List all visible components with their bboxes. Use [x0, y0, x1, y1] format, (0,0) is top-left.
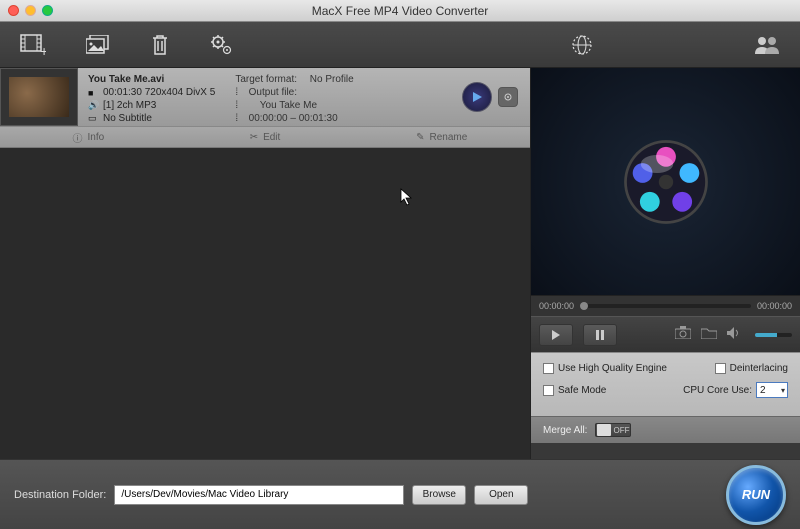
add-video-button[interactable]: +: [20, 34, 46, 56]
item-settings-button[interactable]: [498, 87, 518, 107]
time-start: 00:00:00: [539, 301, 574, 311]
camera-icon: [675, 326, 691, 339]
svg-text:+: +: [40, 43, 46, 56]
delete-button[interactable]: [150, 34, 170, 56]
volume-slider[interactable]: [755, 333, 793, 337]
titlebar: MacX Free MP4 Video Converter: [0, 0, 800, 22]
cpu-core-label: CPU Core Use:: [683, 385, 752, 396]
file-row[interactable]: You Take Me.avi ■ 00:01:30 720x404 DivX 5…: [0, 68, 530, 126]
browse-button[interactable]: Browse: [412, 485, 466, 505]
film-reel-icon: [621, 137, 711, 227]
playback-controls: [531, 316, 800, 352]
add-image-button[interactable]: [86, 35, 110, 55]
gears-icon: [210, 34, 234, 56]
preview-panel: 00:00:00 00:00:00 Use High Quality Engin…: [530, 68, 800, 459]
film-plus-icon: +: [20, 34, 46, 56]
trash-icon: [150, 34, 170, 56]
images-icon: [86, 35, 110, 55]
thumbnail: [0, 68, 78, 126]
output-file-label: Output file:: [249, 87, 297, 98]
settings-button[interactable]: [210, 34, 234, 56]
destination-input[interactable]: [114, 485, 404, 505]
people-button[interactable]: [754, 35, 780, 55]
file-name: You Take Me.avi: [88, 74, 215, 85]
file-info: You Take Me.avi ■ 00:01:30 720x404 DivX 5…: [78, 68, 462, 126]
action-bar: ⓘInfo ✂Edit ✎Rename: [0, 126, 530, 148]
video-info: 00:01:30 720x404 DivX 5: [103, 87, 215, 98]
play-icon: [551, 330, 561, 340]
snapshot-button[interactable]: [675, 326, 691, 344]
toolbar: +: [0, 22, 800, 68]
merge-label: Merge All:: [543, 425, 587, 436]
cpu-core-select[interactable]: 2: [756, 382, 788, 398]
merge-toggle[interactable]: OFF: [595, 423, 631, 437]
subtitle-icon: ▭: [88, 113, 98, 124]
empty-area: [0, 148, 530, 459]
target-format: No Profile: [310, 74, 354, 85]
rename-button[interactable]: ✎Rename: [353, 132, 530, 143]
time-end: 00:00:00: [757, 301, 792, 311]
timeline[interactable]: 00:00:00 00:00:00: [531, 296, 800, 316]
output-file: You Take Me: [260, 100, 317, 111]
deinterlacing-checkbox[interactable]: Deinterlacing: [715, 363, 788, 374]
info-icon: ⓘ: [72, 130, 82, 145]
edit-button[interactable]: ✂Edit: [177, 132, 354, 143]
run-button[interactable]: RUN: [726, 465, 786, 525]
audio-info: [1] 2ch MP3: [103, 100, 156, 111]
folder-button[interactable]: [701, 326, 717, 344]
file-list-panel: You Take Me.avi ■ 00:01:30 720x404 DivX 5…: [0, 68, 530, 459]
open-button[interactable]: Open: [474, 485, 528, 505]
pause-button[interactable]: [583, 324, 617, 346]
play-icon: [471, 91, 483, 103]
timeline-track[interactable]: [580, 304, 751, 308]
hq-engine-checkbox[interactable]: Use High Quality Engine: [543, 363, 667, 374]
subtitle-info: No Subtitle: [103, 113, 152, 124]
bottom-bar: Destination Folder: Browse Open RUN: [0, 459, 800, 529]
window-title: MacX Free MP4 Video Converter: [0, 4, 800, 18]
merge-row: Merge All: OFF: [531, 416, 800, 443]
gear-icon: [502, 91, 514, 103]
web-button[interactable]: [570, 33, 594, 57]
volume-icon: [727, 326, 741, 344]
target-format-label: Target format:: [235, 74, 297, 85]
rename-icon: ✎: [416, 132, 424, 143]
preview-play-button[interactable]: [462, 82, 492, 112]
audio-icon: 🔊: [88, 100, 98, 111]
preview-area: [531, 68, 800, 296]
options-panel: Use High Quality Engine Deinterlacing Sa…: [531, 352, 800, 416]
scissors-icon: ✂: [250, 132, 258, 143]
info-button[interactable]: ⓘInfo: [0, 130, 177, 145]
speaker-icon: [727, 327, 741, 339]
people-icon: [754, 35, 780, 55]
play-button[interactable]: [539, 324, 573, 346]
cursor-icon: [400, 188, 414, 209]
folder-icon: [701, 326, 717, 339]
time-range: 00:00:00 – 00:01:30: [249, 113, 338, 124]
destination-label: Destination Folder:: [14, 489, 106, 501]
pause-icon: [595, 330, 605, 340]
video-icon: ■: [88, 88, 98, 98]
globe-icon: [570, 33, 594, 57]
safe-mode-checkbox[interactable]: Safe Mode: [543, 382, 606, 398]
